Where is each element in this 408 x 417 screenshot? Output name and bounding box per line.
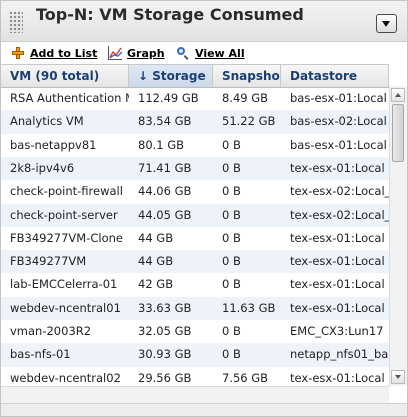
- cell-snapshot: 0 B: [222, 324, 241, 338]
- table-row[interactable]: vman-2003R2 32.05 GB 0 B EMC_CX3:Lun17: [1, 320, 389, 343]
- cell-datastore: tex-esx-01:Local: [290, 160, 385, 175]
- table-row[interactable]: FB349277VM 44 GB 0 B tex-esx-01:Local: [1, 250, 389, 274]
- add-icon: [11, 46, 25, 60]
- table-row[interactable]: check-point-firewall 44.06 GB 0 B tex-esx-0…: [1, 180, 389, 203]
- cell-snapshot: 0 B: [222, 230, 241, 245]
- table-header: VM (90 total) ↓ Storage Snapshot Datasto…: [1, 64, 389, 88]
- cell-storage: 44.06 GB: [138, 184, 192, 199]
- cell-datastore: bas-esx-02:Local: [290, 114, 387, 129]
- cell-vm-name: RSA Authentication Manager: [10, 91, 129, 105]
- graph-icon: [108, 46, 123, 60]
- panel-title: Top-N: VM Storage Consumed: [36, 5, 304, 24]
- cell-snapshot: 0 B: [222, 207, 241, 222]
- top-n-vm-storage-panel: Top-N: VM Storage Consumed Add to List G…: [0, 0, 408, 417]
- table-row[interactable]: bas-nfs-01 30.93 GB 0 B netapp_nfs01_bas: [1, 343, 389, 367]
- drag-handle-icon[interactable]: [9, 11, 23, 33]
- column-header-datastore[interactable]: Datastore: [281, 65, 389, 87]
- scroll-up-icon[interactable]: [391, 88, 405, 102]
- cell-datastore: tex-esx-02:Local_: [290, 184, 389, 199]
- cell-vm-name: FB349277VM: [10, 254, 87, 269]
- cell-storage: 44.05 GB: [138, 207, 192, 222]
- cell-datastore: tex-esx-01:Local: [290, 254, 385, 269]
- column-header-snapshot[interactable]: Snapshot: [213, 65, 281, 87]
- cell-snapshot: 0 B: [222, 277, 241, 292]
- cell-vm-name: lab-EMCCelerra-01: [10, 277, 118, 292]
- cell-datastore: tex-esx-01:Local: [290, 230, 385, 245]
- add-to-list-button[interactable]: Add to List: [11, 45, 97, 61]
- cell-vm-name: bas-nfs-01: [10, 347, 71, 362]
- cell-storage: 44 GB: [138, 230, 174, 245]
- view-all-label[interactable]: View All: [195, 47, 245, 60]
- cell-vm-name: check-point-server: [10, 207, 118, 222]
- search-icon: [176, 46, 190, 60]
- column-header-storage[interactable]: ↓ Storage: [129, 65, 213, 87]
- cell-datastore: bas-esx-01:Local: [290, 91, 387, 105]
- table-row[interactable]: webdev-ncentral01 33.63 GB 11.63 GB tex-esx…: [1, 296, 389, 320]
- cell-datastore: netapp_nfs01_bas: [290, 347, 389, 362]
- cell-snapshot: 8.49 GB: [222, 91, 269, 105]
- cell-snapshot: 0 B: [222, 137, 241, 152]
- cell-storage: 71.41 GB: [138, 160, 192, 175]
- cell-snapshot: 0 B: [222, 184, 241, 199]
- cell-storage: 83.54 GB: [138, 114, 192, 129]
- table-row[interactable]: check-point-server 44.05 GB 0 B tex-esx-02:…: [1, 203, 389, 227]
- cell-storage: 32.05 GB: [138, 324, 192, 338]
- add-to-list-label[interactable]: Add to List: [30, 47, 97, 60]
- cell-snapshot: 51.22 GB: [222, 114, 276, 129]
- table-row[interactable]: RSA Authentication Manager 112.49 GB 8.49 …: [1, 87, 389, 110]
- cell-storage: 42 GB: [138, 277, 174, 292]
- table-row[interactable]: FB349277VM-Clone 44 GB 0 B tex-esx-01:Local: [1, 227, 389, 250]
- cell-datastore: tex-esx-01:Local: [290, 277, 385, 292]
- horizontal-scrollbar[interactable]: [1, 386, 389, 404]
- scroll-down-icon[interactable]: [391, 370, 405, 384]
- table-row[interactable]: bas-netappv81 80.1 GB 0 B bas-esx-01:Local: [1, 134, 389, 157]
- cell-vm-name: 2k8-ipv4v6: [10, 160, 75, 175]
- cell-storage: 44 GB: [138, 254, 174, 269]
- cell-datastore: EMC_CX3:Lun17: [290, 324, 384, 338]
- toolbar: Add to List Graph View All: [1, 42, 407, 64]
- cell-vm-name: FB349277VM-Clone: [10, 230, 123, 245]
- cell-datastore: tex-esx-02:Local_: [290, 207, 389, 222]
- vertical-scrollbar[interactable]: [389, 86, 407, 386]
- panel-header: Top-N: VM Storage Consumed: [1, 1, 407, 42]
- panel-footer: [1, 403, 407, 416]
- cell-storage: 80.1 GB: [138, 137, 185, 152]
- cell-datastore: bas-esx-01:Local: [290, 137, 387, 152]
- cell-vm-name: bas-netappv81: [10, 137, 97, 152]
- cell-snapshot: 0 B: [222, 160, 241, 175]
- cell-vm-name: vman-2003R2: [10, 324, 92, 338]
- cell-datastore: tex-esx-01:Local: [290, 300, 385, 315]
- cell-vm-name: check-point-firewall: [10, 184, 123, 199]
- cell-snapshot: 0 B: [222, 254, 241, 269]
- table-row[interactable]: 2k8-ipv4v6 71.41 GB 0 B tex-esx-01:Local: [1, 156, 389, 181]
- table-row[interactable]: lab-EMCCelerra-01 42 GB 0 B tex-esx-01:Loca…: [1, 273, 389, 296]
- cell-snapshot: 11.63 GB: [222, 300, 276, 315]
- view-all-button[interactable]: View All: [176, 45, 245, 61]
- panel-menu-button[interactable]: [376, 14, 397, 33]
- cell-vm-name: Analytics VM: [10, 114, 84, 129]
- graph-label[interactable]: Graph: [127, 47, 165, 60]
- scrollbar-thumb[interactable]: [392, 104, 404, 162]
- cell-storage: 112.49 GB: [138, 91, 199, 105]
- table-row[interactable]: Analytics VM 83.54 GB 51.22 GB bas-esx-02:L…: [1, 110, 389, 134]
- column-header-vm[interactable]: VM (90 total): [1, 65, 129, 87]
- cell-snapshot: 0 B: [222, 347, 241, 362]
- graph-button[interactable]: Graph: [108, 45, 165, 61]
- cell-vm-name: webdev-ncentral01: [10, 300, 121, 315]
- cell-storage: 33.63 GB: [138, 300, 192, 315]
- cell-storage: 30.93 GB: [138, 347, 192, 362]
